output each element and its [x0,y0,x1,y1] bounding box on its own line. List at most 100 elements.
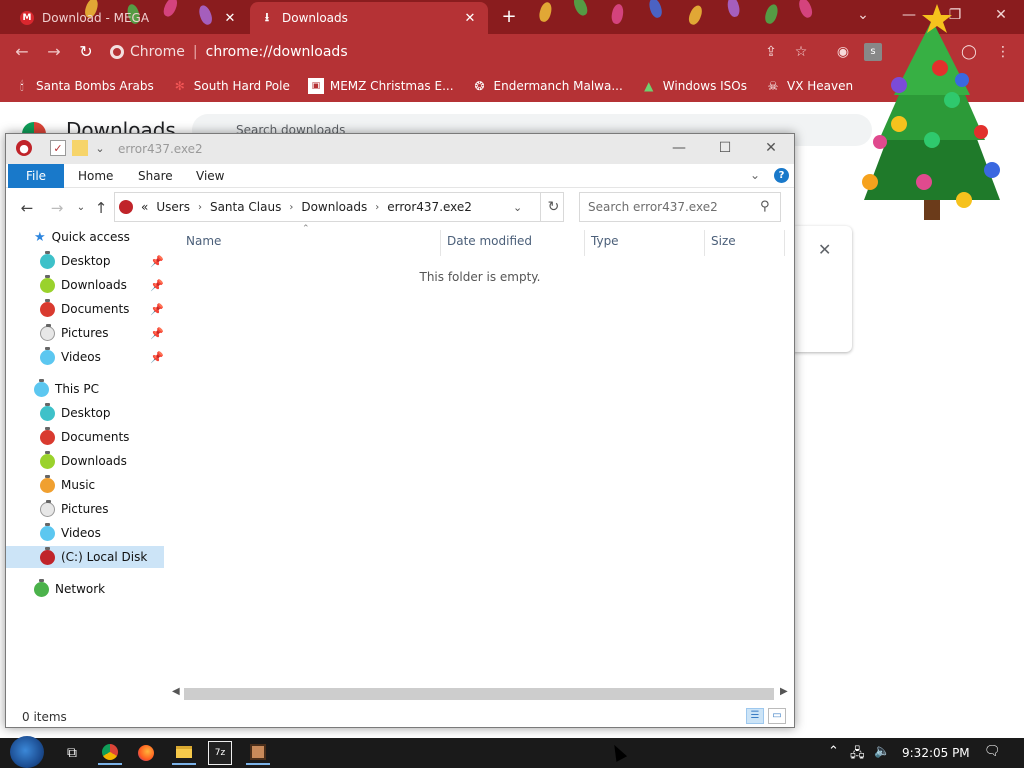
reload-button[interactable]: ↻ [76,42,96,62]
column-divider[interactable] [784,230,785,256]
close-tab-icon[interactable]: ✕ [222,11,238,26]
close-tab-icon[interactable]: ✕ [462,11,478,26]
minimize-button[interactable]: — [656,134,702,162]
refresh-icon[interactable]: ↻ [540,193,566,221]
breadcrumb-item[interactable]: Users [156,200,190,214]
breadcrumb-arrow-icon[interactable]: › [289,202,293,213]
breadcrumb-overflow[interactable]: « [141,200,148,214]
tab-file[interactable]: File [8,164,64,188]
column-divider[interactable] [704,230,705,256]
tab-downloads[interactable]: ⭳ Downloads ✕ [250,2,488,34]
bookmark-item[interactable]: ▲ Windows ISOs [641,78,747,94]
help-icon[interactable]: ? [774,168,789,183]
maximize-button[interactable]: ☐ [702,134,748,162]
address-bar[interactable]: « Users › Santa Claus › Downloads › erro… [114,192,564,222]
large-icons-view-icon[interactable]: ▭ [768,708,786,724]
nav-network[interactable]: Network [6,578,164,600]
clock[interactable]: 9:32:05 PM [902,746,970,760]
address-dropdown-icon[interactable]: ⌄ [513,201,522,214]
site-chip[interactable]: Chrome [110,44,185,60]
address-bar[interactable]: Chrome | chrome://downloads [110,38,830,66]
nav-item-music[interactable]: Music [6,474,164,496]
bookmark-item[interactable]: ❂ Endermanch Malwa... [472,78,623,94]
nav-item-desktop[interactable]: Desktop 📌 [6,250,164,272]
navigation-pane: ★ Quick access Desktop 📌 Downloads 📌 Doc… [6,226,166,696]
chrome-taskbar-icon[interactable] [98,741,122,765]
properties-icon[interactable]: ✓ [50,140,66,156]
tab-share[interactable]: Share [130,164,181,188]
tab-mega[interactable]: M Download - MEGA ✕ [10,2,248,34]
column-header-date-modified[interactable]: Date modified [447,234,532,248]
column-header-name[interactable]: Name [186,234,221,248]
breadcrumb-item[interactable]: Downloads [301,200,367,214]
nav-quick-access[interactable]: ★ Quick access [6,226,164,248]
breadcrumb-item[interactable]: Santa Claus [210,200,281,214]
nav-item-videos[interactable]: Videos [6,522,164,544]
remove-download-icon[interactable]: ✕ [818,240,831,259]
task-view-icon[interactable]: ⧉ [60,741,84,765]
nav-item-documents[interactable]: Documents 📌 [6,298,164,320]
bookmark-item[interactable]: ▣ MEMZ Christmas E... [307,78,454,94]
column-header-size[interactable]: Size [711,234,736,248]
details-view-icon[interactable]: ☰ [746,708,764,724]
share-icon[interactable]: ⇪ [762,43,780,61]
breadcrumb-arrow-icon[interactable]: › [375,202,379,213]
scroll-left-icon[interactable]: ◀ [172,686,180,697]
bookmark-item[interactable]: 🕯 Santa Bombs Arabs [14,78,153,94]
firefox-icon[interactable] [134,741,158,765]
horizontal-scrollbar[interactable]: ◀ ▶ [166,686,794,703]
nav-item-documents[interactable]: Documents [6,426,164,448]
download-card: ✕ [790,226,852,352]
column-divider[interactable] [440,230,441,256]
new-tab-button[interactable]: + [498,6,520,27]
recent-locations-icon[interactable]: ⌄ [72,199,90,217]
nav-item-local-disk[interactable]: (C:) Local Disk [6,546,164,568]
nav-item-pictures[interactable]: Pictures [6,498,164,520]
expand-ribbon-icon[interactable]: ⌄ [750,168,760,182]
column-divider[interactable] [584,230,585,256]
show-hidden-icons-icon[interactable]: ⌃ [828,744,839,759]
minecraft-icon[interactable] [246,741,270,765]
scroll-right-icon[interactable]: ▶ [780,686,788,697]
quick-access-dropdown-icon[interactable]: ⌄ [92,140,108,156]
7zip-icon[interactable]: 7z [208,741,232,765]
nav-item-videos[interactable]: Videos 📌 [6,346,164,368]
nav-item-downloads[interactable]: Downloads 📌 [6,274,164,296]
nav-item-pictures[interactable]: Pictures 📌 [6,322,164,344]
pin-icon[interactable]: 📌 [150,351,164,364]
column-header-type[interactable]: Type [591,234,619,248]
tab-home[interactable]: Home [70,164,121,188]
new-folder-icon[interactable] [72,140,88,156]
action-center-icon[interactable]: 🗨 [984,744,1001,759]
paw-icon: ❂ [474,79,485,93]
sort-ascending-icon: ⌃ [302,224,310,234]
forward-icon[interactable]: → [48,199,66,217]
pin-icon[interactable]: 📌 [150,303,164,316]
ornament-icon [40,546,55,565]
tab-view[interactable]: View [188,164,232,188]
bookmark-item[interactable]: ✻ South Hard Pole [172,78,290,94]
search-input[interactable]: Search error437.exe2 ⚲ [579,192,781,222]
bookmark-star-icon[interactable]: ☆ [792,43,810,61]
christmas-light-decoration [796,0,815,20]
network-icon[interactable]: 🖧 [850,744,865,766]
forward-button[interactable]: → [44,42,64,62]
bookmark-item[interactable]: ☠ VX Heaven [765,78,853,94]
scrollbar-thumb[interactable] [184,688,774,700]
volume-icon[interactable]: 🔈 [874,744,890,759]
nav-item-desktop[interactable]: Desktop [6,402,164,424]
pin-icon[interactable]: 📌 [150,279,164,292]
breadcrumb-arrow-icon[interactable]: › [198,202,202,213]
pin-icon[interactable]: 📌 [150,327,164,340]
start-button[interactable] [10,736,44,768]
breadcrumb-item[interactable]: error437.exe2 [387,200,472,214]
close-button[interactable]: ✕ [748,134,794,162]
file-explorer-icon[interactable] [172,741,196,765]
up-icon[interactable]: ↑ [92,199,110,217]
back-button[interactable]: ← [12,42,32,62]
back-icon[interactable]: ← [18,199,36,217]
nav-label: Downloads [61,278,127,292]
pin-icon[interactable]: 📌 [150,255,164,268]
nav-item-downloads[interactable]: Downloads [6,450,164,472]
nav-this-pc[interactable]: This PC [6,378,164,400]
